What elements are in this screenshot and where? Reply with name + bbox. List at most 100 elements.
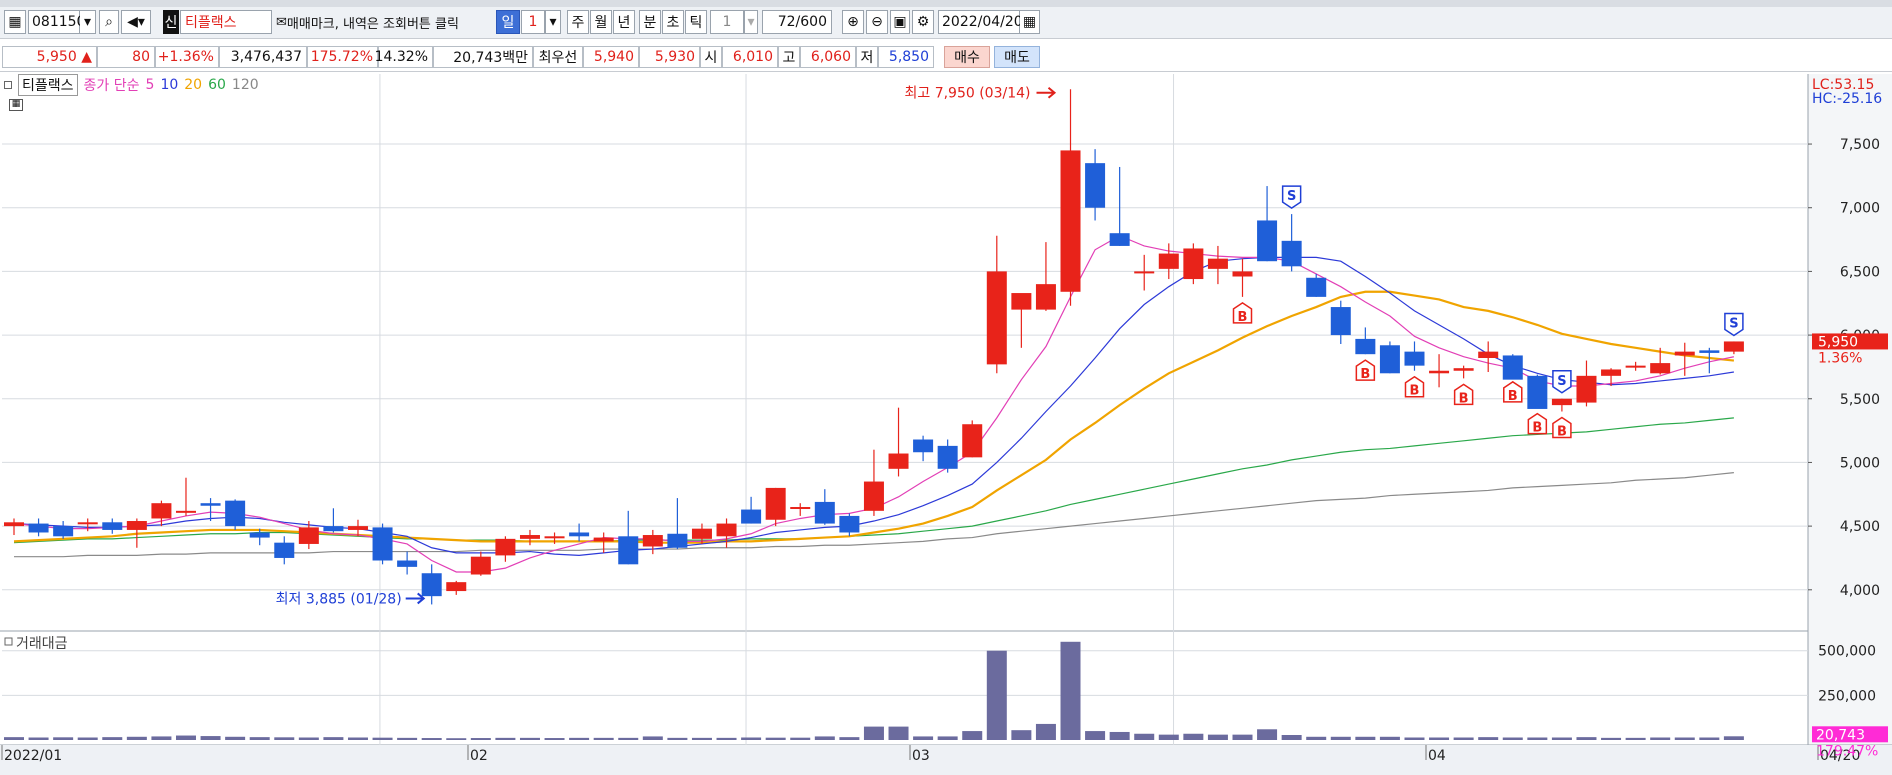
sell-marker-label: S bbox=[1287, 189, 1296, 204]
volume-bar bbox=[372, 737, 393, 740]
candle-body bbox=[1453, 368, 1474, 371]
volume-bar bbox=[839, 737, 860, 740]
x-axis-label: 02 bbox=[470, 748, 488, 764]
legend-stock-name: 티플랙스 bbox=[18, 74, 78, 96]
tab-minute[interactable]: 분 bbox=[639, 10, 661, 34]
speaker-icon[interactable]: ◀▾ bbox=[121, 10, 151, 34]
volume-bar bbox=[1257, 729, 1278, 740]
candle-body bbox=[446, 582, 467, 592]
volume-bar bbox=[53, 737, 74, 740]
candle-body bbox=[225, 500, 246, 527]
buy-marker-label: B bbox=[1238, 310, 1248, 325]
tab-second[interactable]: 초 bbox=[662, 10, 684, 34]
price-tick-label: 4,500 bbox=[1840, 519, 1880, 535]
code-input[interactable]: 081150 bbox=[28, 10, 85, 34]
period-value[interactable]: 1 bbox=[521, 10, 545, 34]
candle-body bbox=[1551, 398, 1572, 406]
grid-toggle-icon[interactable]: ▦ bbox=[9, 99, 23, 111]
hc-label: HC:-25.16 bbox=[1812, 91, 1882, 107]
minute-dropdown-icon[interactable]: ▾ bbox=[744, 10, 758, 34]
change-pct: +1.36% bbox=[155, 46, 219, 68]
code-dropdown-icon[interactable]: ▾ bbox=[80, 10, 96, 34]
candle-body bbox=[77, 522, 98, 525]
candle-body bbox=[1207, 258, 1228, 269]
candle-body bbox=[1650, 363, 1671, 374]
volume-bar bbox=[814, 736, 835, 740]
volume-bar bbox=[1109, 731, 1130, 740]
legend-ma10: 10 bbox=[160, 77, 179, 93]
price-tick-label: 5,500 bbox=[1840, 392, 1880, 408]
high-price: 6,060 bbox=[800, 46, 856, 68]
tab-week[interactable]: 주 bbox=[567, 10, 589, 34]
candle-body bbox=[986, 271, 1007, 365]
candle-body bbox=[618, 536, 639, 565]
open-label: 시 bbox=[700, 46, 722, 68]
volume-pane-title: 거래대금 bbox=[16, 636, 68, 652]
price-tick-label: 7,000 bbox=[1840, 201, 1880, 217]
stock-name[interactable]: 티플랙스 bbox=[180, 10, 272, 34]
buy-marker-label: B bbox=[1532, 421, 1542, 436]
sell-marker-label: S bbox=[1557, 374, 1566, 389]
price-chart[interactable]: 4,0004,5005,0005,5006,0006,5007,0007,500… bbox=[0, 74, 1892, 775]
volume-bar bbox=[1379, 736, 1400, 740]
volume-bar bbox=[593, 737, 614, 740]
count-field[interactable]: 72/600 bbox=[762, 10, 832, 34]
volume-bar bbox=[249, 737, 270, 740]
candle-body bbox=[962, 424, 983, 458]
zoom-in-icon[interactable]: ⊕ bbox=[842, 10, 864, 34]
candle-body bbox=[667, 533, 688, 548]
tab-day[interactable]: 일 bbox=[496, 10, 520, 34]
volume-bar bbox=[446, 738, 467, 740]
volume-bar bbox=[863, 726, 884, 740]
buy-marker-label: B bbox=[1557, 424, 1567, 439]
save-icon[interactable]: ▣ bbox=[890, 10, 910, 34]
volume-bar bbox=[716, 737, 737, 740]
minute-value[interactable]: 1 bbox=[710, 10, 744, 34]
candle-body bbox=[790, 507, 811, 510]
volume-bar bbox=[1085, 731, 1106, 740]
volume-bar bbox=[1183, 733, 1204, 740]
volume-bar bbox=[790, 737, 811, 740]
legend-box-icon bbox=[4, 81, 12, 89]
volume-bar bbox=[1281, 735, 1302, 740]
candle-body bbox=[372, 527, 393, 561]
tab-year[interactable]: 년 bbox=[613, 10, 635, 34]
zoom-out-icon[interactable]: ⊖ bbox=[866, 10, 888, 34]
candle-body bbox=[913, 439, 934, 453]
price-tick-label: 6,500 bbox=[1840, 264, 1880, 280]
candle-body bbox=[28, 523, 49, 533]
candle-body bbox=[1060, 150, 1081, 292]
calendar-icon[interactable]: ▦ bbox=[1020, 10, 1040, 34]
sell-button[interactable]: 매도 bbox=[994, 46, 1040, 68]
candle-body bbox=[151, 503, 172, 519]
pct-tag: 1.36% bbox=[1818, 350, 1862, 366]
candle-body bbox=[716, 523, 737, 537]
buy-button[interactable]: 매수 bbox=[944, 46, 990, 68]
search-icon[interactable]: ⌕ bbox=[99, 10, 119, 34]
quote-bar: 5,950 ▲ 80 +1.36% 3,476,437 175.72% 14.3… bbox=[0, 42, 1892, 72]
volume-bar bbox=[102, 737, 123, 740]
candle-body bbox=[1674, 351, 1695, 356]
candle-body bbox=[1379, 345, 1400, 374]
candle-body bbox=[4, 522, 24, 527]
volume-bar bbox=[1576, 737, 1597, 740]
candle-body bbox=[495, 538, 516, 556]
legend-ma120: 120 bbox=[231, 77, 259, 93]
volume-bar bbox=[323, 737, 344, 740]
up-arrow-icon: ▲ bbox=[81, 49, 92, 65]
date-input[interactable]: 2022/04/20 bbox=[938, 10, 1023, 34]
volume-bar bbox=[298, 737, 319, 740]
volume-bar bbox=[28, 737, 49, 740]
layout-icon[interactable]: ▦ bbox=[4, 10, 26, 34]
period-dropdown-icon[interactable]: ▾ bbox=[545, 10, 561, 34]
candle-body bbox=[274, 542, 295, 558]
x-axis-panel bbox=[0, 745, 1892, 775]
candle-body bbox=[1035, 284, 1056, 310]
price-tick-label: 7,500 bbox=[1840, 137, 1880, 153]
volume-bar bbox=[1207, 734, 1228, 740]
candle-body bbox=[544, 536, 565, 539]
volume-bar bbox=[1158, 734, 1179, 740]
tab-month[interactable]: 월 bbox=[590, 10, 612, 34]
gear-icon[interactable]: ⚙ bbox=[912, 10, 934, 34]
tab-tick[interactable]: 틱 bbox=[685, 10, 707, 34]
